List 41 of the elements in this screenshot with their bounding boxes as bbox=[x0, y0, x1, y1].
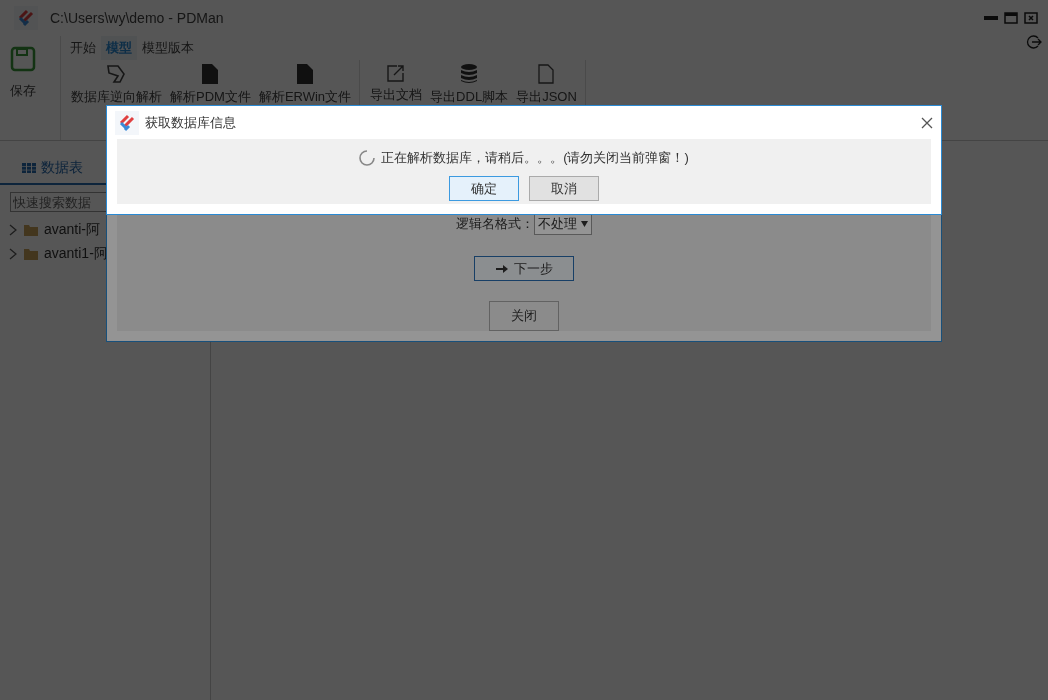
folder-icon bbox=[24, 224, 38, 236]
window-title: C:\Users\wy\demo - PDMan bbox=[50, 10, 225, 26]
logout-icon[interactable] bbox=[1026, 34, 1042, 50]
menu-tab[interactable]: 开始 bbox=[65, 36, 101, 60]
tree-item-label: avanti1-阿 bbox=[44, 245, 108, 263]
close-icon[interactable] bbox=[921, 116, 933, 129]
toolbar-button[interactable]: 保存 bbox=[6, 44, 40, 100]
toolbar-button[interactable]: 数据库逆向解析 bbox=[67, 64, 166, 106]
save-icon bbox=[10, 46, 36, 72]
maximize-icon[interactable] bbox=[1004, 12, 1018, 24]
toolbar-button[interactable]: 解析PDM文件 bbox=[166, 64, 255, 106]
dropdown-arrow-icon bbox=[581, 221, 588, 227]
arrow-right-icon bbox=[495, 262, 508, 275]
toolbar-button[interactable]: 导出文档 bbox=[366, 64, 427, 104]
file-icon bbox=[202, 64, 219, 84]
dialog-logo-icon bbox=[115, 110, 139, 135]
grid-icon bbox=[22, 163, 36, 173]
tree-item[interactable]: avanti1-阿 bbox=[8, 244, 210, 264]
menu-tab[interactable]: 模型 bbox=[101, 36, 137, 60]
format-select[interactable]: 不处理 bbox=[534, 213, 592, 235]
database-icon bbox=[460, 64, 479, 84]
field-label: 逻辑名格式： bbox=[456, 215, 534, 233]
menu-tab[interactable]: 模型版本 bbox=[137, 36, 199, 60]
tree-item[interactable]: avanti-阿 bbox=[8, 220, 210, 240]
dialog-title: 获取数据库信息 bbox=[145, 113, 237, 132]
toolbar-button[interactable]: 解析ERWin文件 bbox=[254, 64, 356, 106]
next-button[interactable]: 下一步 bbox=[474, 256, 574, 281]
toolbar-button[interactable]: 导出DDL脚本 bbox=[426, 64, 513, 106]
dialog-button[interactable]: 确定 bbox=[449, 176, 519, 201]
toolbar-button[interactable]: 导出JSON bbox=[512, 64, 581, 106]
loading-message: 正在解析数据库，请稍后。。。(请勿关闭当前弹窗！) bbox=[381, 149, 689, 167]
spinner-icon bbox=[359, 150, 376, 166]
curved-arrow-icon bbox=[105, 64, 128, 84]
folder-icon bbox=[24, 248, 38, 260]
close-button[interactable]: 关闭 bbox=[489, 301, 559, 331]
dialog-button[interactable]: 取消 bbox=[529, 176, 599, 201]
tree-item-label: avanti-阿 bbox=[44, 221, 101, 239]
sidebar-tab[interactable]: 数据表 bbox=[22, 155, 83, 183]
share-icon bbox=[387, 64, 406, 82]
document-icon bbox=[538, 64, 555, 84]
file-icon bbox=[297, 64, 313, 84]
